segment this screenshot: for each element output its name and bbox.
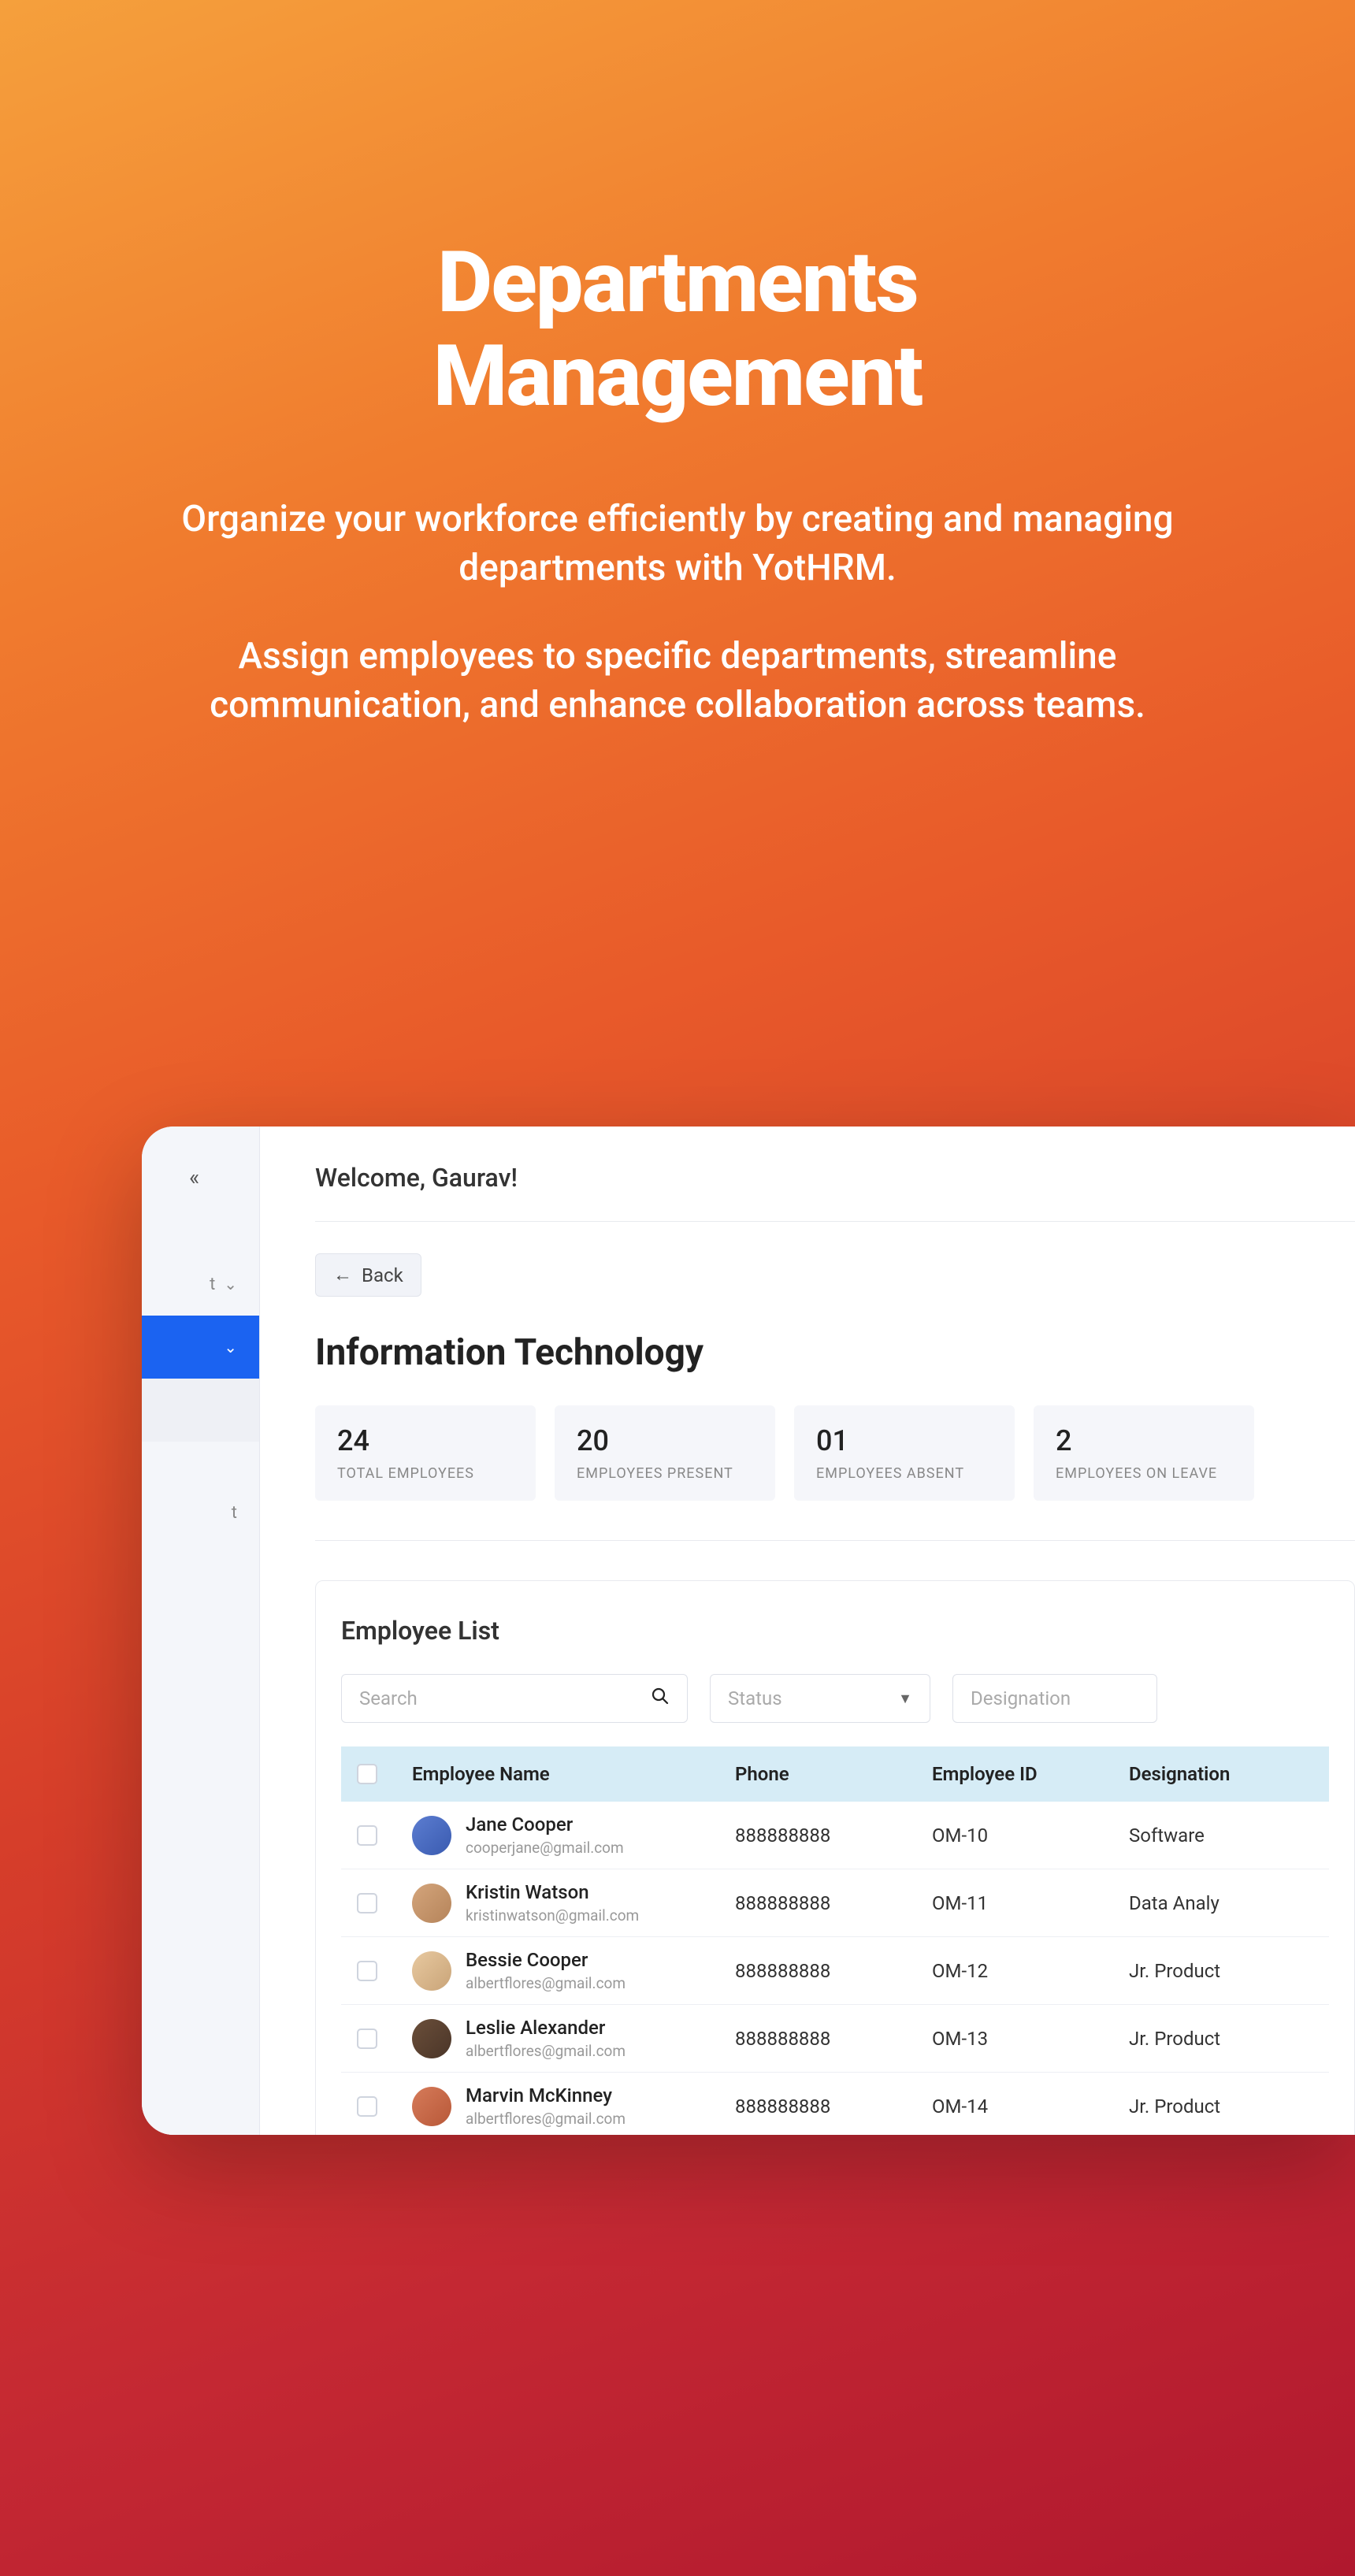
stat-value: 2 xyxy=(1056,1424,1232,1457)
hero-title: Departments Management xyxy=(142,236,1213,424)
chevron-down-icon: ⌄ xyxy=(224,2125,237,2135)
sidebar-item[interactable]: t xyxy=(142,1481,259,1544)
employee-email: cooperjane@gmail.com xyxy=(466,1839,624,1857)
row-checkbox[interactable] xyxy=(357,1893,377,1913)
employee-name: Marvin McKinney xyxy=(466,2084,626,2106)
employee-list-title: Employee List xyxy=(341,1616,1329,1646)
filter-row: Search Status ▼ Designation xyxy=(341,1674,1329,1723)
employee-phone: 888888888 xyxy=(735,2028,932,2050)
employee-phone: 888888888 xyxy=(735,1824,932,1847)
arrow-left-icon: ← xyxy=(333,1264,352,1286)
back-button-label: Back xyxy=(362,1264,403,1286)
employee-name: Jane Cooper xyxy=(466,1813,624,1835)
table-row[interactable]: Leslie Alexander albertflores@gmail.com … xyxy=(341,2005,1329,2073)
sidebar-item[interactable] xyxy=(142,1379,259,1442)
row-checkbox[interactable] xyxy=(357,1961,377,1981)
col-employee-name: Employee Name xyxy=(412,1763,735,1785)
employee-phone: 888888888 xyxy=(735,1892,932,1914)
select-all-checkbox[interactable] xyxy=(357,1764,377,1784)
employee-list-section: Employee List Search Status ▼ Designatio… xyxy=(315,1580,1355,2135)
chevron-down-icon: ⌄ xyxy=(224,1338,237,1357)
employee-id: OM-11 xyxy=(932,1892,1129,1914)
hero-section: Departments Management Organize your wor… xyxy=(0,0,1355,729)
col-designation: Designation xyxy=(1129,1763,1313,1785)
employee-email: kristinwatson@gmail.com xyxy=(466,1906,639,1925)
search-input[interactable]: Search xyxy=(341,1674,688,1723)
row-checkbox[interactable] xyxy=(357,2096,377,2117)
search-placeholder: Search xyxy=(359,1687,418,1709)
avatar xyxy=(412,1884,451,1923)
search-icon xyxy=(651,1687,670,1711)
table-header: Employee Name Phone Employee ID Designat… xyxy=(341,1746,1329,1802)
main-content: Welcome, Gaurav! ← Back Information Tech… xyxy=(260,1127,1355,2135)
stat-label: EMPLOYEES ON LEAVE xyxy=(1056,1465,1232,1482)
stat-value: 01 xyxy=(816,1424,993,1457)
table-row[interactable]: Jane Cooper cooperjane@gmail.com 8888888… xyxy=(341,1802,1329,1869)
sidebar: « t ⌄ ⌄ t ⌄ xyxy=(142,1127,260,2135)
status-select-label: Status xyxy=(728,1687,782,1709)
sidebar-item[interactable]: t ⌄ xyxy=(142,1253,259,1316)
table-row[interactable]: Bessie Cooper albertflores@gmail.com 888… xyxy=(341,1937,1329,2005)
welcome-text: Welcome, Gaurav! xyxy=(315,1163,1355,1222)
sidebar-nav: t ⌄ ⌄ t xyxy=(142,1253,259,1544)
sidebar-collapse-icon[interactable]: « xyxy=(189,1164,199,1190)
page-title: Information Technology xyxy=(315,1331,1355,1374)
caret-down-icon: ▼ xyxy=(898,1691,912,1707)
employee-name: Kristin Watson xyxy=(466,1881,639,1903)
status-select[interactable]: Status ▼ xyxy=(710,1674,930,1723)
back-button[interactable]: ← Back xyxy=(315,1253,421,1297)
employee-id: OM-13 xyxy=(932,2028,1129,2050)
row-checkbox[interactable] xyxy=(357,2029,377,2049)
stat-card-total: 24 TOTAL EMPLOYEES xyxy=(315,1405,536,1501)
employee-phone: 888888888 xyxy=(735,2095,932,2118)
designation-select-label: Designation xyxy=(971,1687,1071,1709)
hero-subtitle-2: Assign employees to specific departments… xyxy=(142,632,1213,729)
avatar xyxy=(412,1816,451,1855)
employee-designation: Software xyxy=(1129,1824,1313,1847)
app-window: « t ⌄ ⌄ t ⌄ Welcome, Gaurav! ← Back Info… xyxy=(142,1127,1355,2135)
employee-name: Leslie Alexander xyxy=(466,2017,626,2039)
stat-value: 20 xyxy=(577,1424,753,1457)
hero-subtitle-1: Organize your workforce efficiently by c… xyxy=(142,495,1213,592)
employee-table: Employee Name Phone Employee ID Designat… xyxy=(341,1746,1329,2135)
employee-designation: Jr. Product xyxy=(1129,2095,1313,2118)
stats-row: 24 TOTAL EMPLOYEES 20 EMPLOYEES PRESENT … xyxy=(315,1405,1355,1541)
avatar xyxy=(412,1951,451,1991)
avatar xyxy=(412,2019,451,2058)
stat-card-absent: 01 EMPLOYEES ABSENT xyxy=(794,1405,1015,1501)
employee-id: OM-10 xyxy=(932,1824,1129,1847)
stat-card-leave: 2 EMPLOYEES ON LEAVE xyxy=(1034,1405,1254,1501)
stat-label: EMPLOYEES PRESENT xyxy=(577,1465,753,1482)
employee-designation: Jr. Product xyxy=(1129,1960,1313,1982)
stat-label: EMPLOYEES ABSENT xyxy=(816,1465,993,1482)
sidebar-item-active[interactable]: ⌄ xyxy=(142,1316,259,1379)
stat-label: TOTAL EMPLOYEES xyxy=(337,1465,514,1482)
hero-title-line2: Management xyxy=(433,327,923,426)
col-employee-id: Employee ID xyxy=(932,1763,1129,1785)
table-row[interactable]: Kristin Watson kristinwatson@gmail.com 8… xyxy=(341,1869,1329,1937)
sidebar-item-bottom[interactable]: ⌄ xyxy=(142,2103,259,2135)
employee-name: Bessie Cooper xyxy=(466,1949,626,1971)
table-body: Jane Cooper cooperjane@gmail.com 8888888… xyxy=(341,1802,1329,2135)
avatar xyxy=(412,2087,451,2126)
col-phone: Phone xyxy=(735,1763,932,1785)
hero-title-line1: Departments xyxy=(437,233,918,332)
row-checkbox[interactable] xyxy=(357,1825,377,1846)
employee-designation: Data Analy xyxy=(1129,1892,1313,1914)
stat-value: 24 xyxy=(337,1424,514,1457)
employee-id: OM-12 xyxy=(932,1960,1129,1982)
employee-id: OM-14 xyxy=(932,2095,1129,2118)
table-row[interactable]: Marvin McKinney albertflores@gmail.com 8… xyxy=(341,2073,1329,2135)
employee-designation: Jr. Product xyxy=(1129,2028,1313,2050)
employee-email: albertflores@gmail.com xyxy=(466,1974,626,1992)
employee-phone: 888888888 xyxy=(735,1960,932,1982)
chevron-down-icon: ⌄ xyxy=(224,1275,237,1294)
stat-card-present: 20 EMPLOYEES PRESENT xyxy=(555,1405,775,1501)
employee-email: albertflores@gmail.com xyxy=(466,2110,626,2128)
employee-email: albertflores@gmail.com xyxy=(466,2042,626,2060)
designation-select[interactable]: Designation xyxy=(952,1674,1157,1723)
